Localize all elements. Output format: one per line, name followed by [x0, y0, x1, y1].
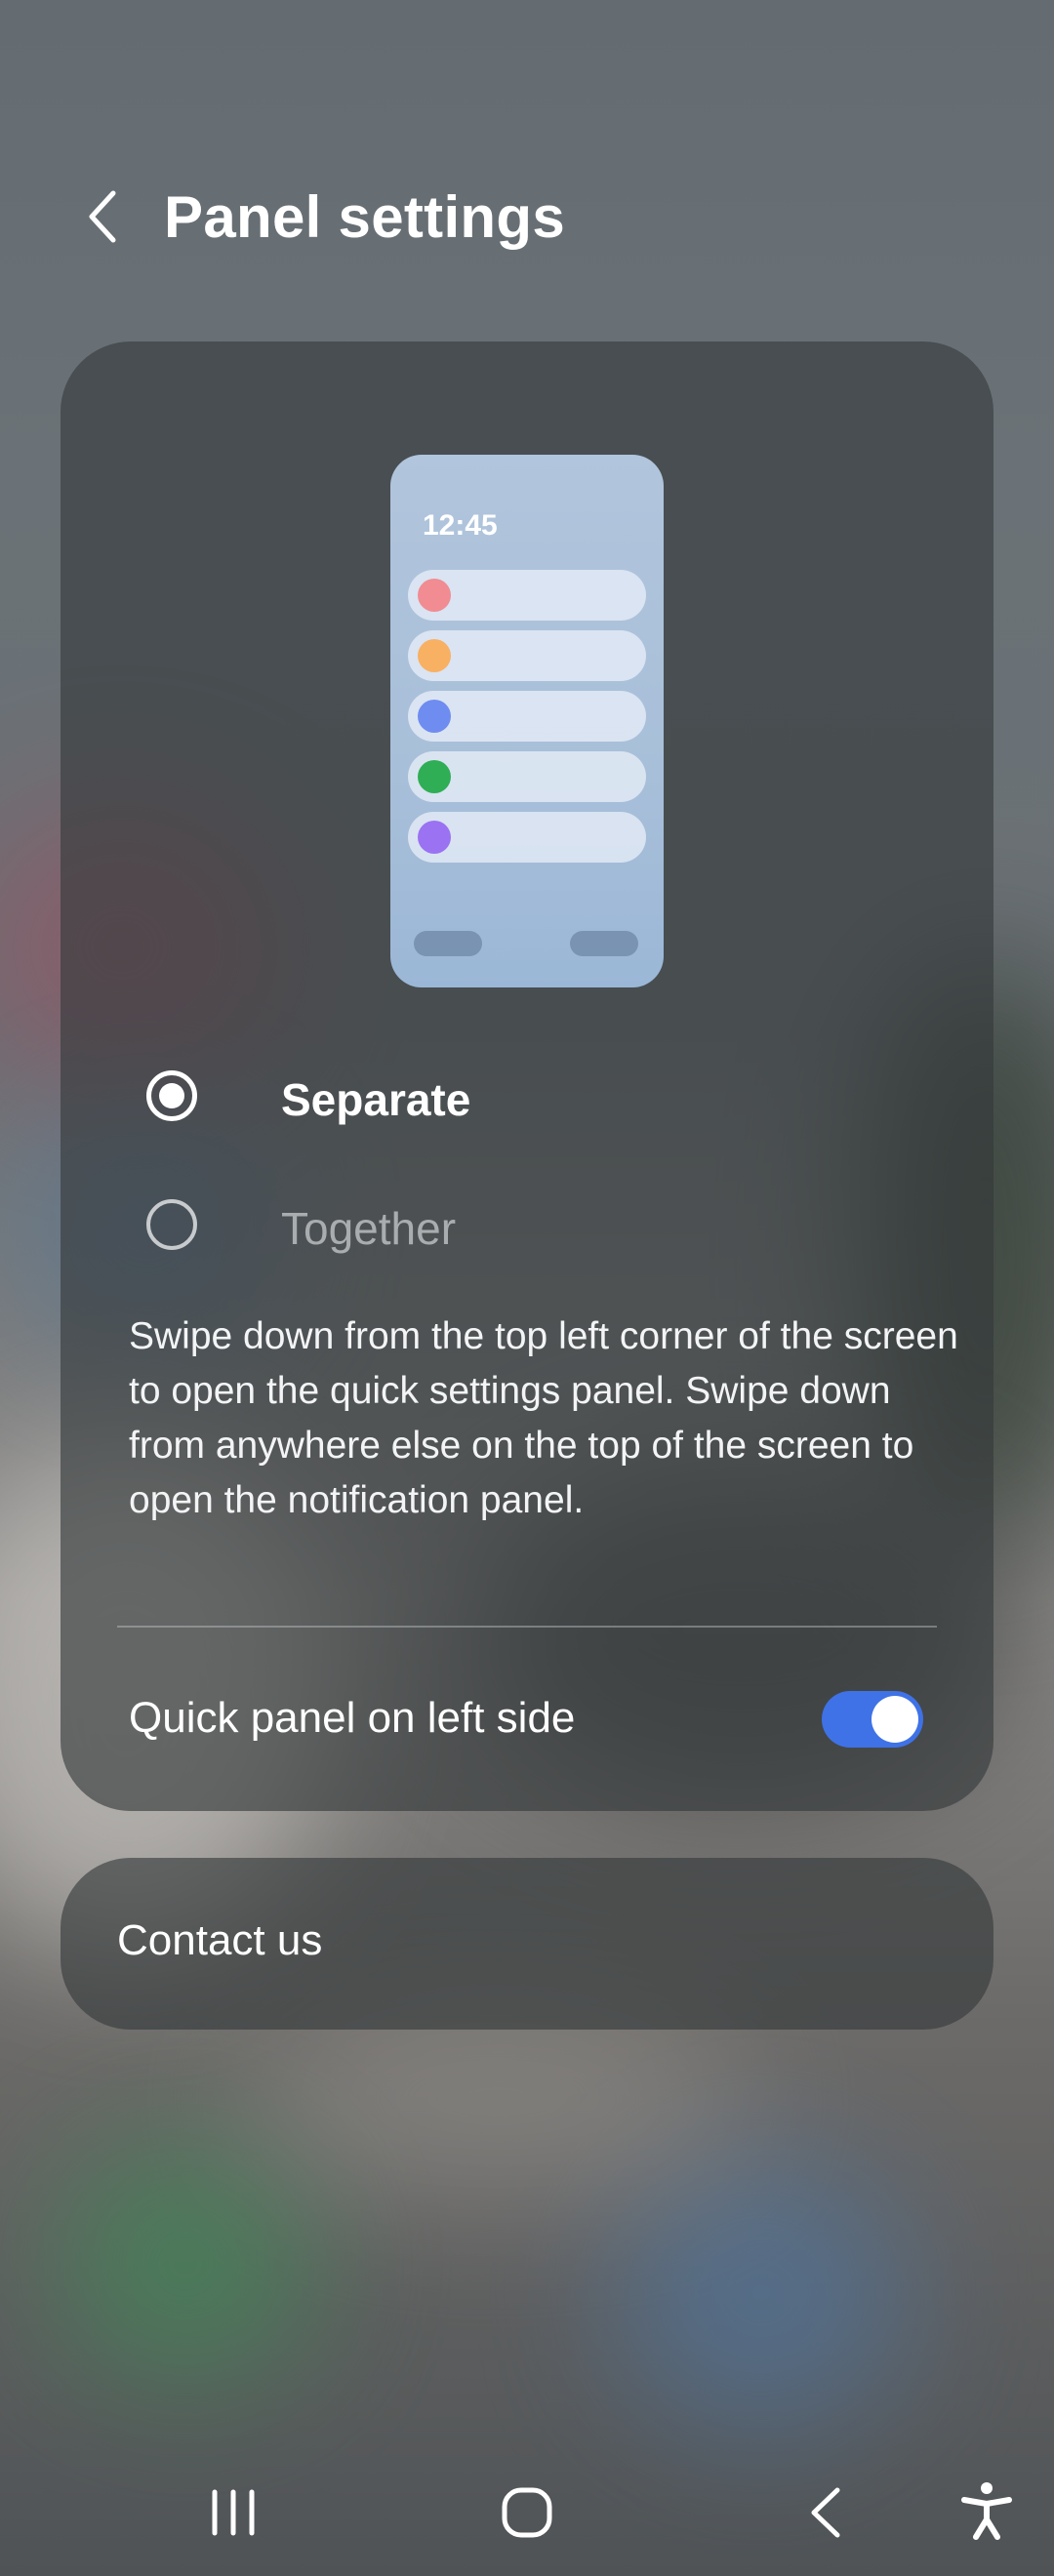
accessibility-icon: [961, 2482, 1012, 2540]
accessibility-button[interactable]: [943, 2469, 1031, 2556]
preview-notification: [408, 570, 646, 621]
preview-notification: [408, 630, 646, 681]
radio-button-together[interactable]: [146, 1199, 197, 1250]
preview-notification: [408, 812, 646, 863]
radio-button-separate[interactable]: [146, 1070, 197, 1121]
option-description: Swipe down from the top left corner of t…: [129, 1315, 958, 1521]
back-icon: [811, 2487, 840, 2538]
chevron-left-icon: [89, 190, 116, 243]
preview-bottom-bar-right: [570, 931, 638, 956]
notification-dot: [418, 760, 451, 793]
preview-bottom-bar-left: [414, 931, 482, 956]
panel-preview-illustration: 12:45: [390, 455, 664, 987]
page-title: Panel settings: [164, 184, 565, 250]
notification-dot: [418, 700, 451, 733]
contact-us-label: Contact us: [117, 1916, 323, 1964]
preview-notification: [408, 751, 646, 802]
quick-panel-left-switch[interactable]: [822, 1691, 923, 1748]
preview-notification: [408, 691, 646, 742]
option-label-separate: Separate: [281, 1074, 471, 1125]
back-button[interactable]: [76, 185, 139, 248]
toggle-label: Quick panel on left side: [129, 1694, 576, 1742]
home-button[interactable]: [483, 2469, 571, 2556]
nav-back-button[interactable]: [781, 2469, 869, 2556]
notification-dot: [418, 579, 451, 612]
quick-panel-left-row[interactable]: Quick panel on left side: [61, 1674, 993, 1768]
navigation-bar: [0, 2449, 1054, 2576]
divider: [117, 1626, 937, 1628]
switch-knob: [872, 1696, 918, 1743]
preview-time: 12:45: [423, 509, 498, 542]
notification-dot: [418, 639, 451, 672]
contact-us-button[interactable]: Contact us: [61, 1858, 993, 2030]
app-header: Panel settings: [0, 156, 1054, 283]
option-label-together: Together: [281, 1203, 457, 1254]
home-icon: [502, 2487, 552, 2538]
notification-dot: [418, 821, 451, 854]
recent-apps-button[interactable]: [189, 2469, 277, 2556]
option-together[interactable]: Together: [61, 1175, 993, 1282]
recent-apps-icon: [212, 2489, 255, 2536]
option-separate[interactable]: Separate: [61, 1046, 993, 1153]
